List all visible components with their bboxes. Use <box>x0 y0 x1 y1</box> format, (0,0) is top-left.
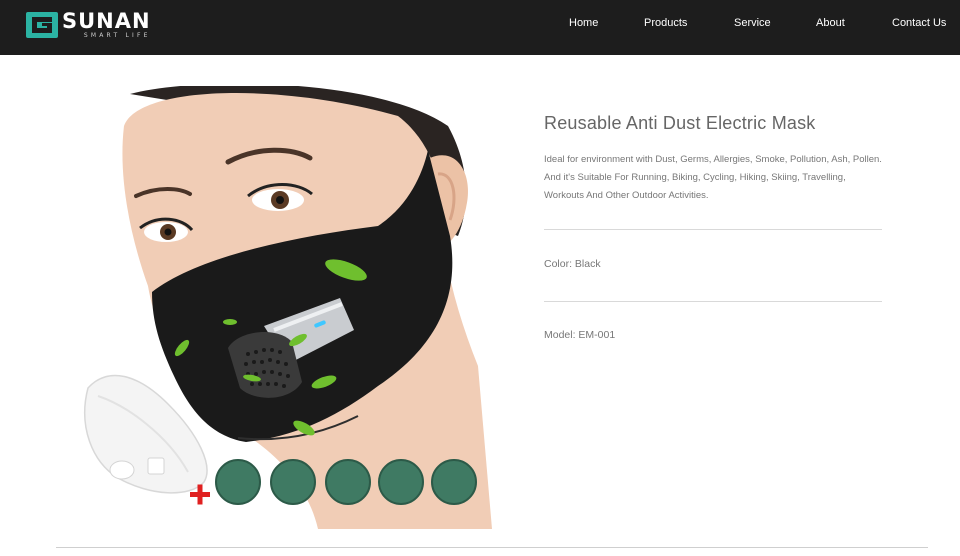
nav-service[interactable]: Service <box>734 17 771 29</box>
product-info: Reusable Anti Dust Electric Mask Ideal f… <box>544 108 882 205</box>
product-title: Reusable Anti Dust Electric Mask <box>544 113 816 133</box>
product-color: Color: Black <box>544 258 601 270</box>
brand-tagline: SMART LIFE <box>83 32 151 39</box>
divider <box>544 301 882 302</box>
brand-name: SUNAN <box>62 9 151 33</box>
product-description: Ideal for environment with Dust, Germs, … <box>544 154 882 201</box>
product-illustration <box>84 86 492 529</box>
product-image <box>78 86 492 529</box>
nav-contact-us[interactable]: Contact Us <box>892 17 946 29</box>
nav-about[interactable]: About <box>816 17 845 29</box>
brand-logo[interactable]: SUNAN SMART LIFE <box>26 11 151 39</box>
logo-mark-icon <box>26 12 58 38</box>
divider <box>544 229 882 230</box>
nav-products[interactable]: Products <box>644 17 687 29</box>
top-navigation-bar: SUNAN SMART LIFE Home Products Service A… <box>0 0 960 55</box>
footer-divider <box>56 547 928 548</box>
logo-text: SUNAN SMART LIFE <box>62 11 151 39</box>
nav-home[interactable]: Home <box>569 17 598 29</box>
product-model: Model: EM-001 <box>544 329 616 341</box>
